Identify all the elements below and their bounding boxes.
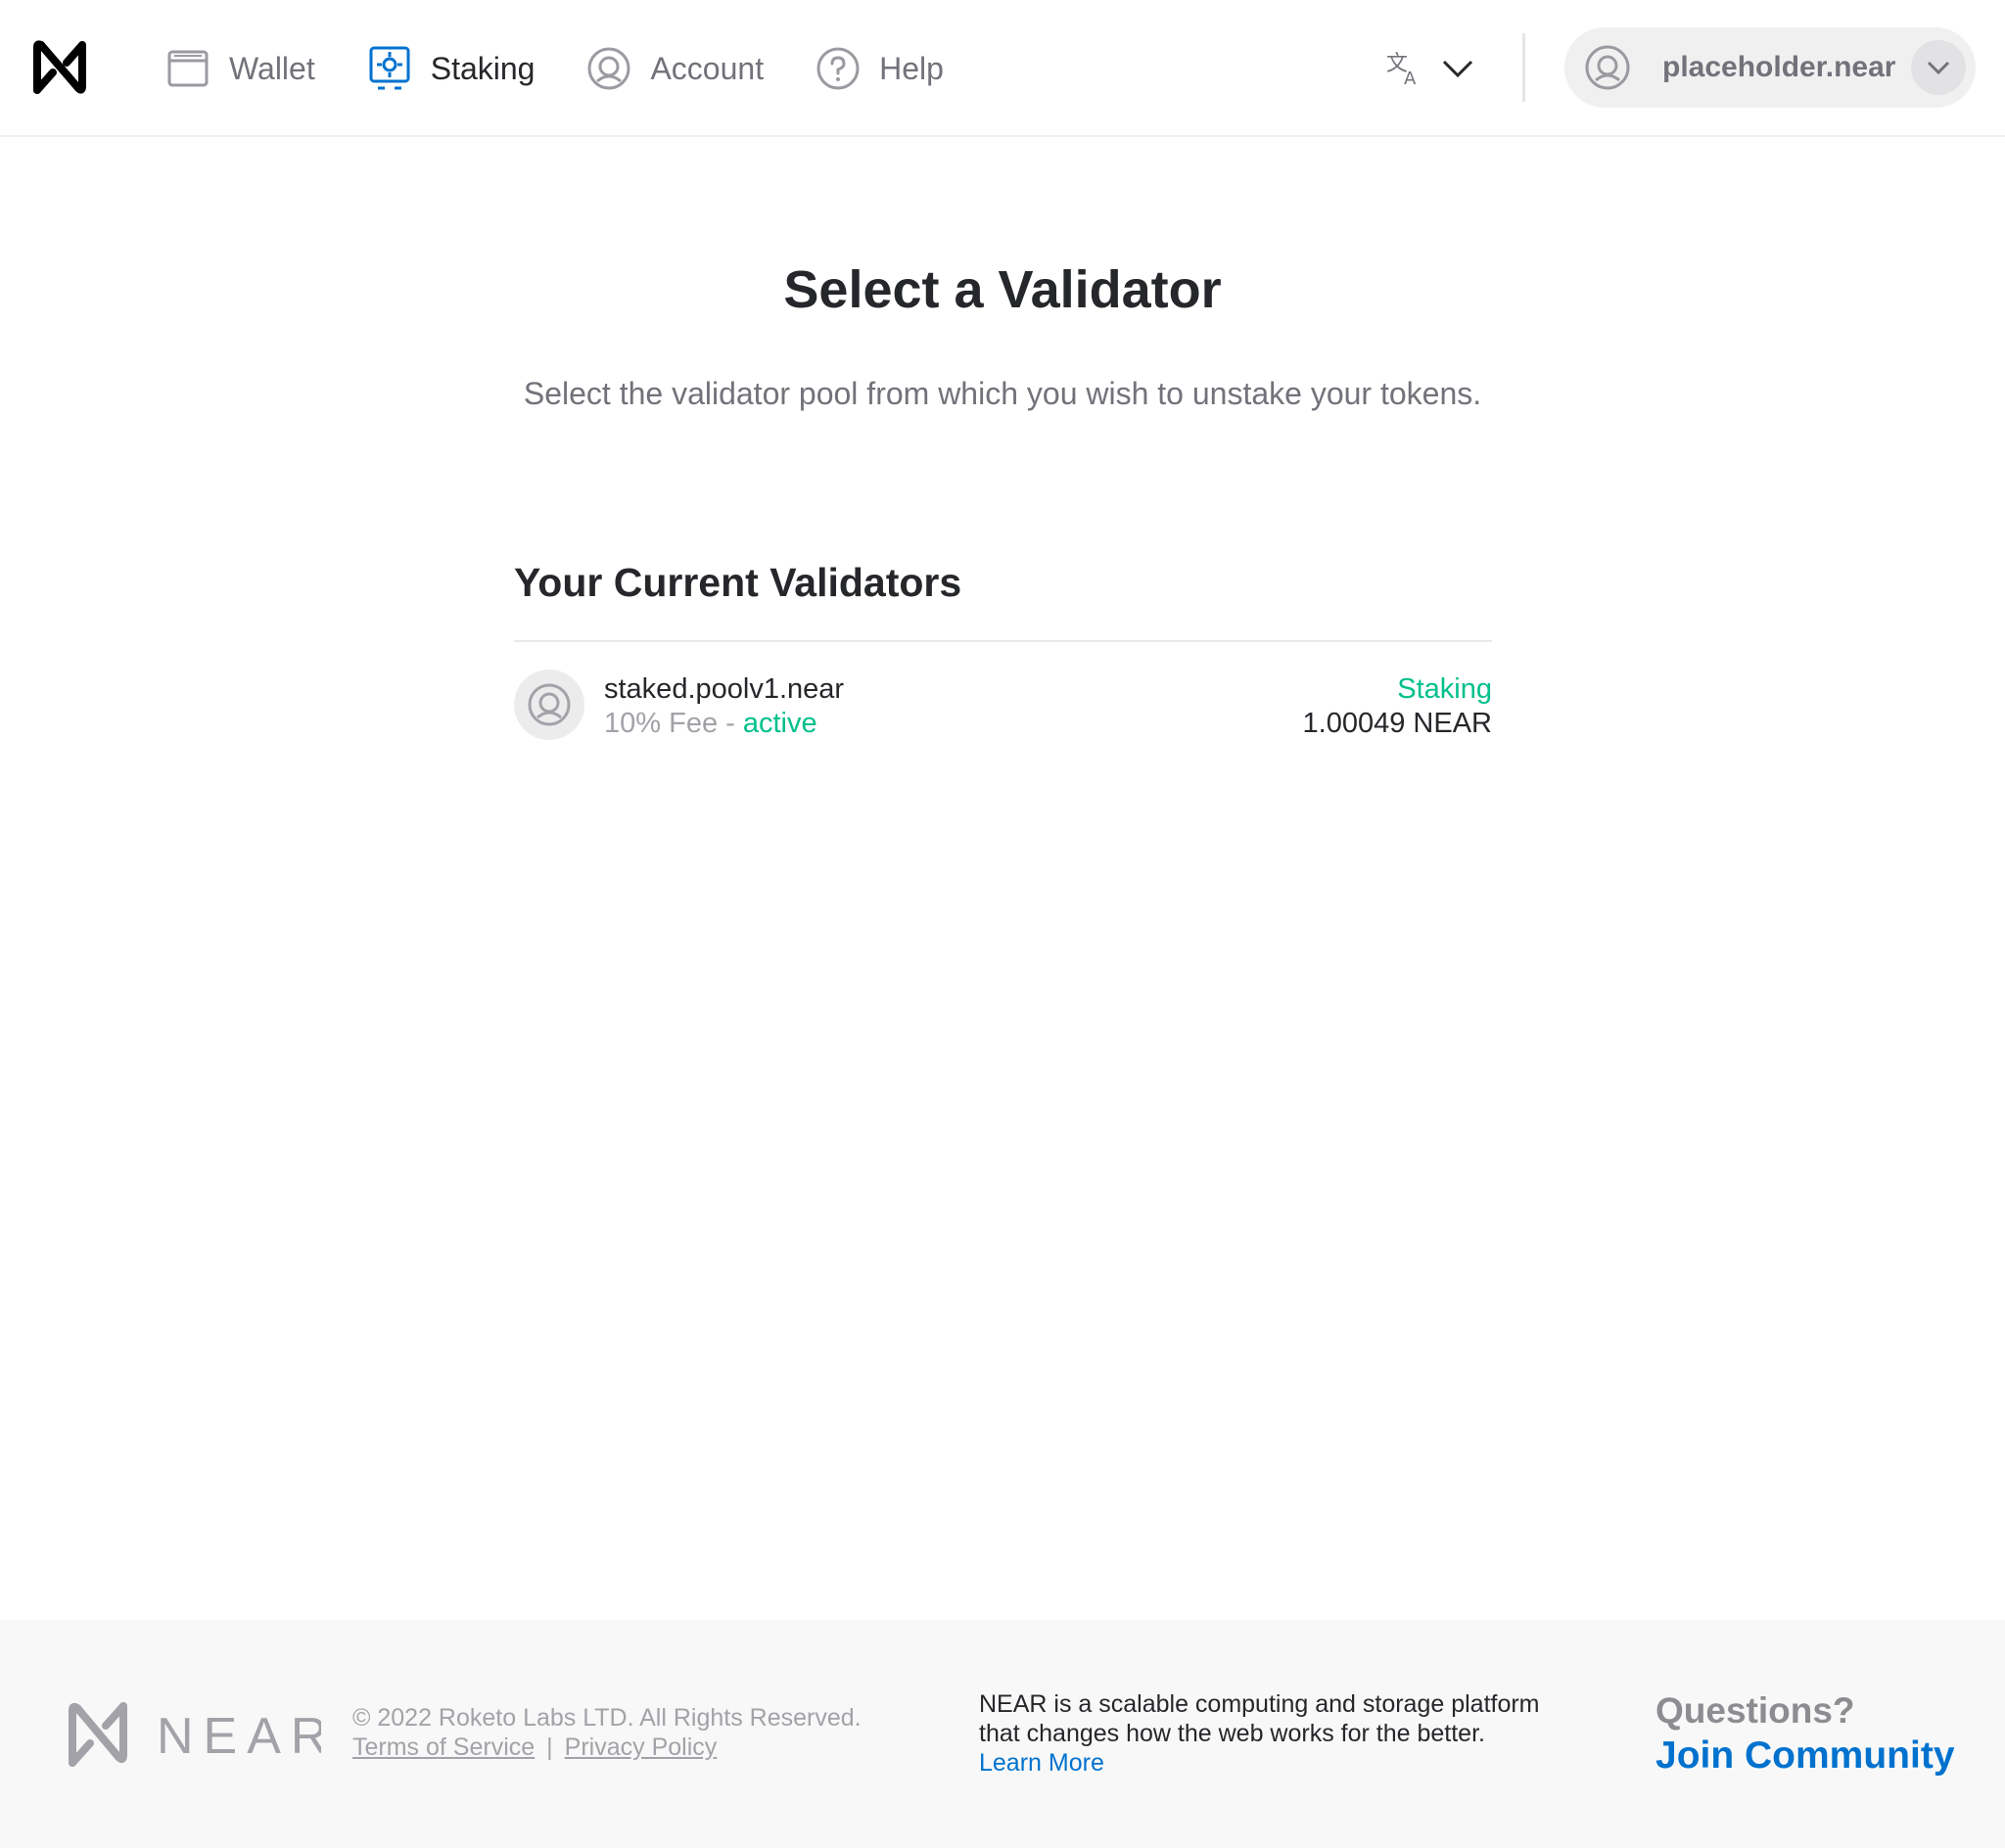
svg-text:A: A: [1404, 69, 1417, 88]
near-logo-icon[interactable]: [29, 37, 90, 98]
account-name: placeholder.near: [1662, 51, 1896, 83]
nav-wallet-label: Wallet: [229, 50, 315, 86]
validator-state: active: [742, 708, 817, 739]
join-community-link[interactable]: Join Community: [1655, 1734, 1955, 1778]
footer-about-text: NEAR is a scalable computing and storage…: [979, 1690, 1540, 1747]
validator-staked-amount: 1.00049 NEAR: [1302, 708, 1492, 739]
footer-legal-links: Terms of Service | Privacy Policy: [352, 1732, 717, 1763]
footer-brand-text: NEAR: [157, 1708, 321, 1765]
footer-copyright: © 2022 Roketo Labs LTD. All Rights Reser…: [352, 1704, 862, 1732]
validator-name: staked.poolv1.near: [604, 673, 845, 705]
learn-more-link[interactable]: Learn More: [979, 1749, 1104, 1777]
legal-link-separator: |: [546, 1733, 553, 1761]
validator-list-item[interactable]: staked.poolv1.near 10% Fee - active Stak…: [514, 668, 1492, 742]
nav-help-label: Help: [879, 50, 944, 86]
staking-icon: [366, 45, 413, 92]
account-icon: [585, 45, 632, 92]
near-mark-icon: [69, 1702, 127, 1767]
nav-wallet[interactable]: Wallet: [164, 39, 315, 98]
nav-account[interactable]: Account: [585, 39, 764, 98]
language-selector[interactable]: 文 A: [1384, 43, 1474, 98]
validator-avatar-icon: [514, 670, 584, 740]
top-navbar: Wallet Staking Account Help 文 A placehol…: [0, 0, 2005, 137]
nav-staking-label: Staking: [430, 50, 536, 86]
terms-of-service-link[interactable]: Terms of Service: [352, 1733, 535, 1761]
validator-fee: 10% Fee: [604, 708, 719, 739]
help-icon: [815, 45, 862, 92]
footer-about: NEAR is a scalable computing and storage…: [979, 1689, 1547, 1778]
main-nav: Wallet Staking Account Help: [164, 39, 995, 98]
chevron-down-icon: [1441, 59, 1474, 83]
header-divider: [1522, 33, 1525, 102]
section-divider: [514, 640, 1492, 642]
validator-status: Staking: [1397, 673, 1492, 705]
footer: NEAR © 2022 Roketo Labs LTD. All Rights …: [0, 1620, 2005, 1848]
page-title: Select a Validator: [783, 260, 1222, 319]
footer-questions: Questions?: [1655, 1690, 1855, 1731]
translate-icon: 文 A: [1384, 49, 1423, 93]
current-validators-heading: Your Current Validators: [514, 560, 962, 605]
privacy-policy-link[interactable]: Privacy Policy: [565, 1733, 718, 1761]
nav-account-label: Account: [650, 50, 765, 86]
account-avatar-icon: [1584, 44, 1631, 91]
validator-fee-separator: -: [725, 708, 735, 739]
validator-fee-line: 10% Fee - active: [604, 708, 817, 740]
account-dropdown-chevron-icon[interactable]: [1911, 40, 1966, 95]
wallet-icon: [164, 45, 211, 92]
page-subtitle: Select the validator pool from which you…: [523, 376, 1482, 411]
nav-staking[interactable]: Staking: [366, 39, 536, 98]
nav-help[interactable]: Help: [815, 39, 944, 98]
account-menu-button[interactable]: placeholder.near: [1564, 27, 1976, 108]
footer-near-logo: NEAR: [67, 1700, 327, 1769]
